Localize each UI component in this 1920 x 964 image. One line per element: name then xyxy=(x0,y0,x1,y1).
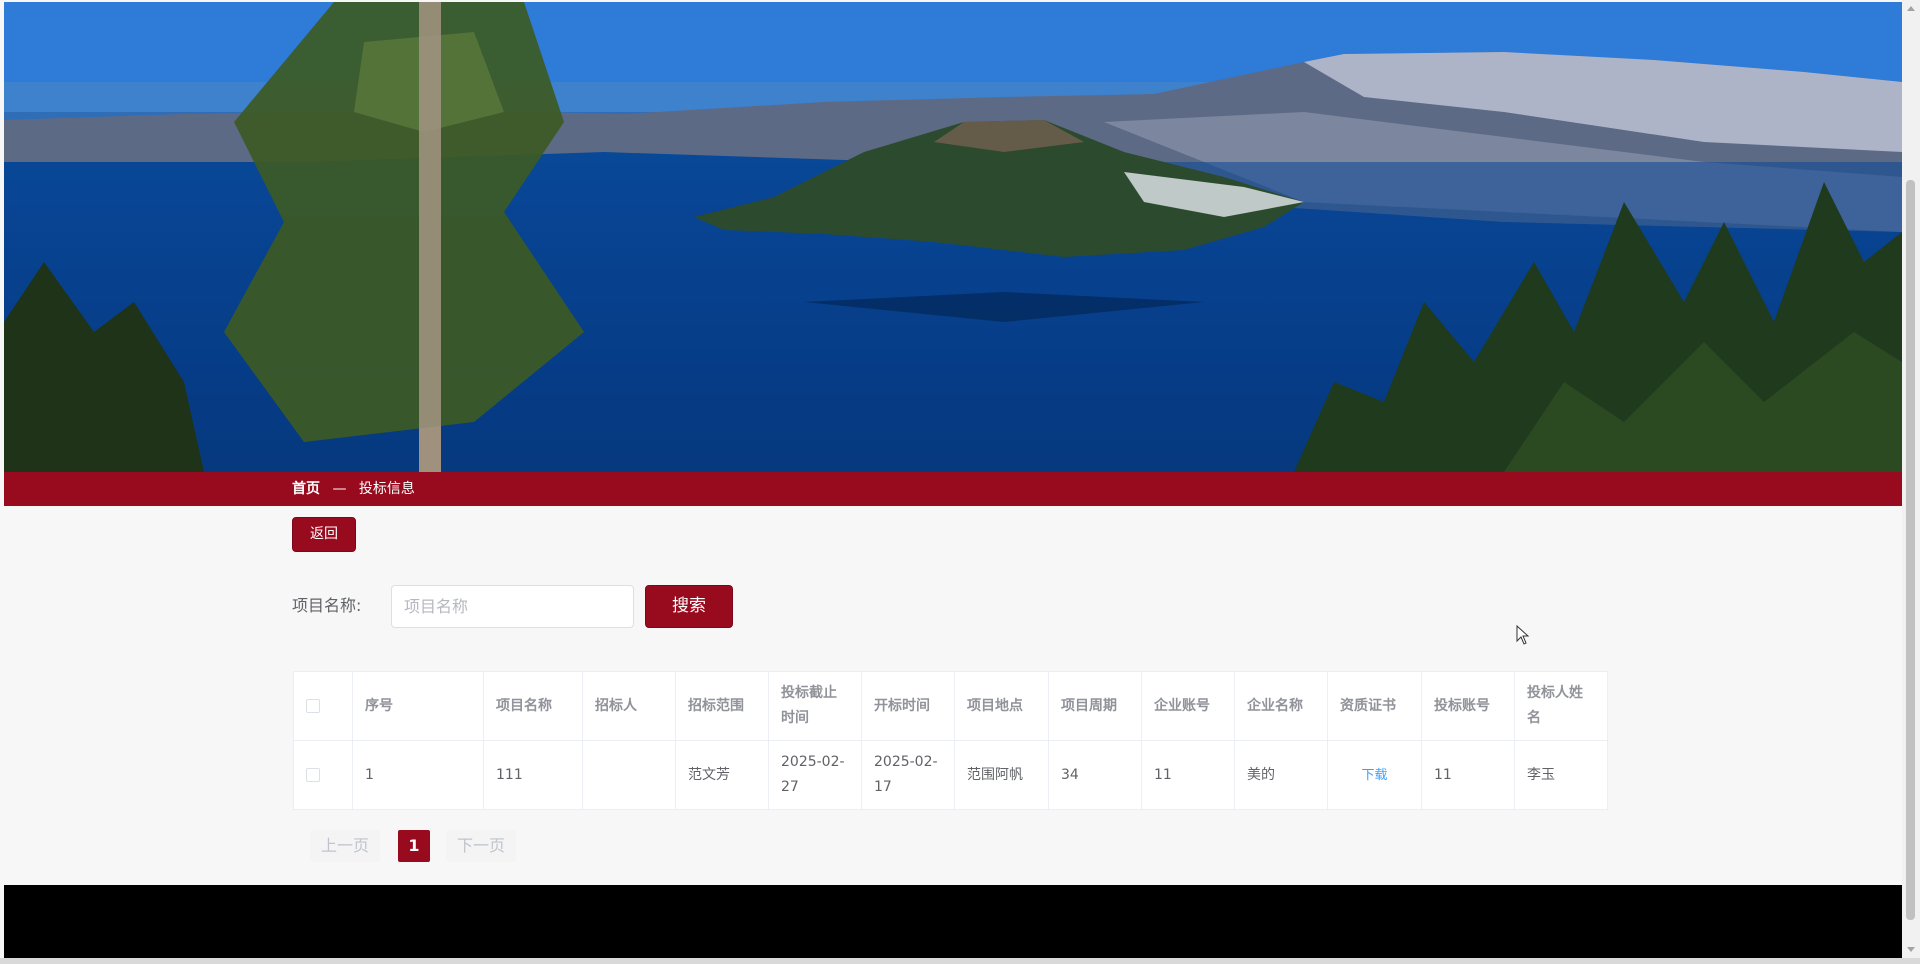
project-name-search-input[interactable] xyxy=(391,585,634,628)
cell-period: 34 xyxy=(1048,740,1142,810)
row-checkbox[interactable] xyxy=(306,767,320,782)
cell-deadline: 2025-02-27 xyxy=(768,740,862,810)
table-header-row: 序号 项目名称 招标人 招标范围 投标截止时间 开标时间 项目地点 项目周期 企… xyxy=(293,671,1608,741)
search-button[interactable]: 搜索 xyxy=(645,585,733,628)
column-header[interactable]: 项目周期 xyxy=(1048,671,1142,741)
breadcrumb-separator: — xyxy=(332,481,347,497)
cell-location: 范围阿帆 xyxy=(954,740,1049,810)
page-viewport: 首页 — 投标信息 返回 项目名称: 搜索 序号 项目名称 招标人 招标范围 投… xyxy=(0,0,1902,958)
breadcrumb: 首页 — 投标信息 xyxy=(292,472,415,506)
column-header[interactable]: 企业名称 xyxy=(1234,671,1328,741)
cell-bidder-name: 李玉 xyxy=(1514,740,1608,810)
table-row[interactable]: 1 111 范文芳 2025-02-27 2025-02-17 范围阿帆 34 … xyxy=(293,740,1608,810)
window-bottom-edge xyxy=(0,958,1920,964)
column-header[interactable]: 项目地点 xyxy=(954,671,1049,741)
hero-banner-image xyxy=(4,2,1902,472)
scroll-up-arrow-icon[interactable] xyxy=(1907,6,1915,11)
breadcrumb-current: 投标信息 xyxy=(358,481,415,497)
column-header[interactable]: 项目名称 xyxy=(483,671,583,741)
column-header[interactable]: 序号 xyxy=(352,671,484,741)
select-all-cell xyxy=(293,671,353,741)
column-header[interactable]: 招标人 xyxy=(582,671,676,741)
bid-info-table: 序号 项目名称 招标人 招标范围 投标截止时间 开标时间 项目地点 项目周期 企… xyxy=(293,671,1608,810)
cell-index: 1 xyxy=(352,740,484,810)
cell-company-name: 美的 xyxy=(1234,740,1328,810)
column-header[interactable]: 开标时间 xyxy=(861,671,955,741)
column-header[interactable]: 资质证书 xyxy=(1327,671,1422,741)
column-header[interactable]: 投标账号 xyxy=(1421,671,1515,741)
search-label: 项目名称: xyxy=(292,596,362,615)
scroll-down-arrow-icon[interactable] xyxy=(1907,947,1915,952)
page-footer xyxy=(4,885,1902,958)
cell-company-account: 11 xyxy=(1141,740,1235,810)
select-all-checkbox[interactable] xyxy=(306,698,320,713)
column-header[interactable]: 投标人姓名 xyxy=(1514,671,1608,741)
cell-certificate: 下载 xyxy=(1327,740,1422,810)
cell-open-time: 2025-02-17 xyxy=(861,740,955,810)
cell-bid-account: 11 xyxy=(1421,740,1515,810)
back-button[interactable]: 返回 xyxy=(292,517,356,552)
cell-scope: 范文芳 xyxy=(675,740,769,810)
cell-project-name: 111 xyxy=(483,740,583,810)
column-header[interactable]: 招标范围 xyxy=(675,671,769,741)
column-header[interactable]: 投标截止时间 xyxy=(768,671,862,741)
vertical-scrollbar[interactable] xyxy=(1902,0,1920,958)
row-select-cell xyxy=(293,740,353,810)
next-page-button[interactable]: 下一页 xyxy=(446,830,516,862)
breadcrumb-bar: 首页 — 投标信息 xyxy=(4,472,1902,506)
column-header[interactable]: 企业账号 xyxy=(1141,671,1235,741)
prev-page-button[interactable]: 上一页 xyxy=(310,830,380,862)
certificate-download-link[interactable]: 下载 xyxy=(1361,768,1387,783)
cell-tenderer xyxy=(582,740,676,810)
mouse-cursor-icon xyxy=(1516,625,1530,645)
scrollbar-thumb[interactable] xyxy=(1906,180,1915,920)
page-number-current[interactable]: 1 xyxy=(398,830,430,862)
breadcrumb-home-link[interactable]: 首页 xyxy=(292,481,320,497)
